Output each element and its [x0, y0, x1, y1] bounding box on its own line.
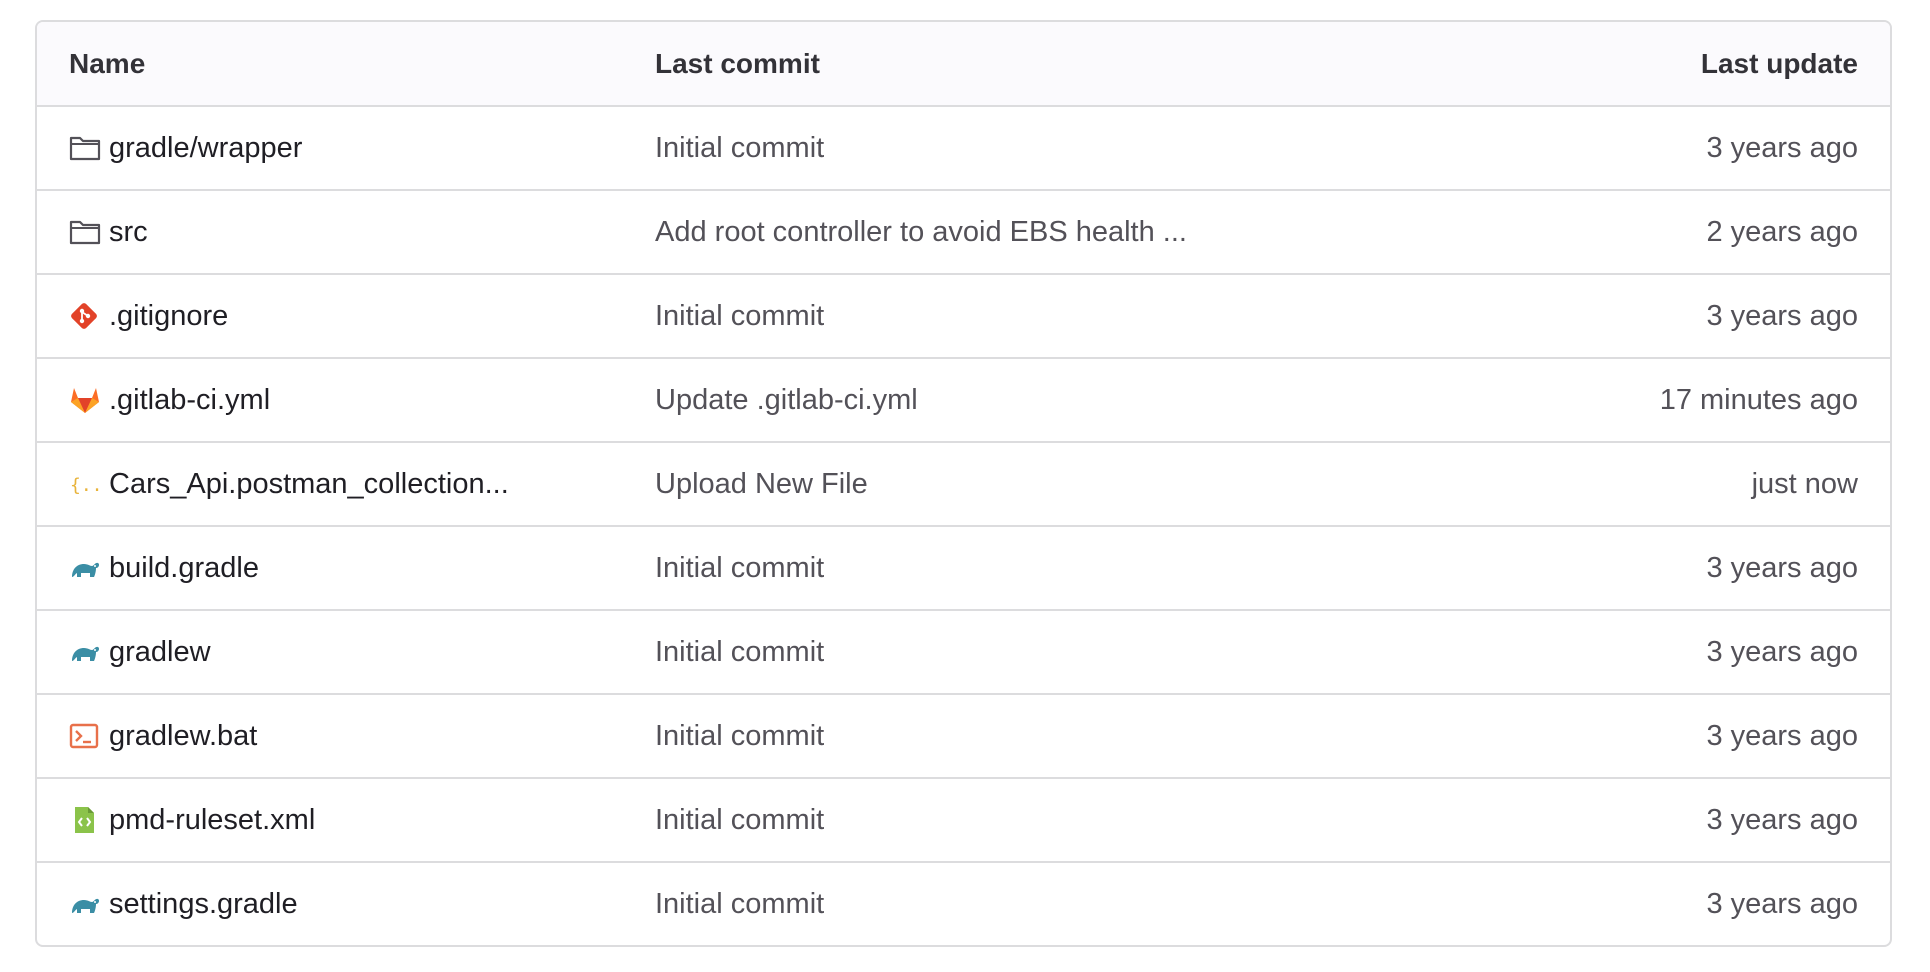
header-last-update: Last update	[1700, 47, 1858, 79]
git-icon	[69, 299, 103, 333]
xml-file-icon	[69, 803, 103, 837]
last-update-time: 3 years ago	[1706, 887, 1858, 920]
commit-message-link[interactable]: Initial commit	[655, 132, 824, 164]
file-name-link[interactable]: gradle/wrapper	[109, 132, 302, 165]
commit-message-link[interactable]: Initial commit	[655, 720, 824, 752]
commit-message-link[interactable]: Initial commit	[655, 804, 824, 836]
file-name-link[interactable]: gradlew	[109, 636, 211, 669]
file-name-link[interactable]: settings.gradle	[109, 888, 298, 921]
file-name-link[interactable]: Cars_Api.postman_collection...	[109, 468, 509, 501]
gradle-icon	[69, 551, 103, 585]
table-row: src Add root controller to avoid EBS hea…	[37, 189, 1890, 273]
header-name: Name	[69, 47, 146, 79]
svg-text:{..}: {..}	[70, 475, 101, 496]
json-icon: {..}	[69, 467, 103, 501]
terminal-icon	[69, 719, 103, 753]
table-row: build.gradle Initial commit 3 years ago	[37, 525, 1890, 609]
last-update-time: 3 years ago	[1706, 131, 1858, 164]
file-name-link[interactable]: pmd-ruleset.xml	[109, 804, 315, 837]
gradle-icon	[69, 635, 103, 669]
table-row: gradlew.bat Initial commit 3 years ago	[37, 693, 1890, 777]
file-name-link[interactable]: .gitlab-ci.yml	[109, 384, 270, 417]
table-row: gradle/wrapper Initial commit 3 years ag…	[37, 105, 1890, 189]
table-row: {..} Cars_Api.postman_collection... Uplo…	[37, 441, 1890, 525]
last-update-time: 2 years ago	[1706, 215, 1858, 248]
file-name-link[interactable]: build.gradle	[109, 552, 259, 585]
last-update-time: 3 years ago	[1706, 551, 1858, 584]
gitlab-icon	[69, 383, 103, 417]
table-row: settings.gradle Initial commit 3 years a…	[37, 861, 1890, 945]
last-update-time: 3 years ago	[1706, 635, 1858, 668]
last-update-time: just now	[1751, 467, 1858, 500]
file-name-link[interactable]: .gitignore	[109, 300, 228, 333]
folder-icon	[69, 131, 103, 165]
commit-message-link[interactable]: Add root controller to avoid EBS health …	[655, 216, 1187, 248]
table-header: Name Last commit Last update	[37, 22, 1890, 105]
folder-icon	[69, 215, 103, 249]
commit-message-link[interactable]: Initial commit	[655, 552, 824, 584]
file-tree-table: Name Last commit Last update gradle/wrap…	[35, 20, 1892, 947]
commit-message-link[interactable]: Upload New File	[655, 468, 868, 500]
header-last-commit: Last commit	[655, 47, 820, 79]
file-name-link[interactable]: gradlew.bat	[109, 720, 257, 753]
commit-message-link[interactable]: Initial commit	[655, 636, 824, 668]
table-row: .gitlab-ci.yml Update .gitlab-ci.yml 17 …	[37, 357, 1890, 441]
last-update-time: 3 years ago	[1706, 299, 1858, 332]
file-name-link[interactable]: src	[109, 216, 148, 249]
commit-message-link[interactable]: Update .gitlab-ci.yml	[655, 384, 918, 416]
last-update-time: 3 years ago	[1706, 719, 1858, 752]
table-row: gradlew Initial commit 3 years ago	[37, 609, 1890, 693]
table-row: pmd-ruleset.xml Initial commit 3 years a…	[37, 777, 1890, 861]
last-update-time: 3 years ago	[1706, 803, 1858, 836]
table-row: .gitignore Initial commit 3 years ago	[37, 273, 1890, 357]
commit-message-link[interactable]: Initial commit	[655, 300, 824, 332]
commit-message-link[interactable]: Initial commit	[655, 888, 824, 920]
gradle-icon	[69, 887, 103, 921]
last-update-time: 17 minutes ago	[1659, 383, 1858, 416]
